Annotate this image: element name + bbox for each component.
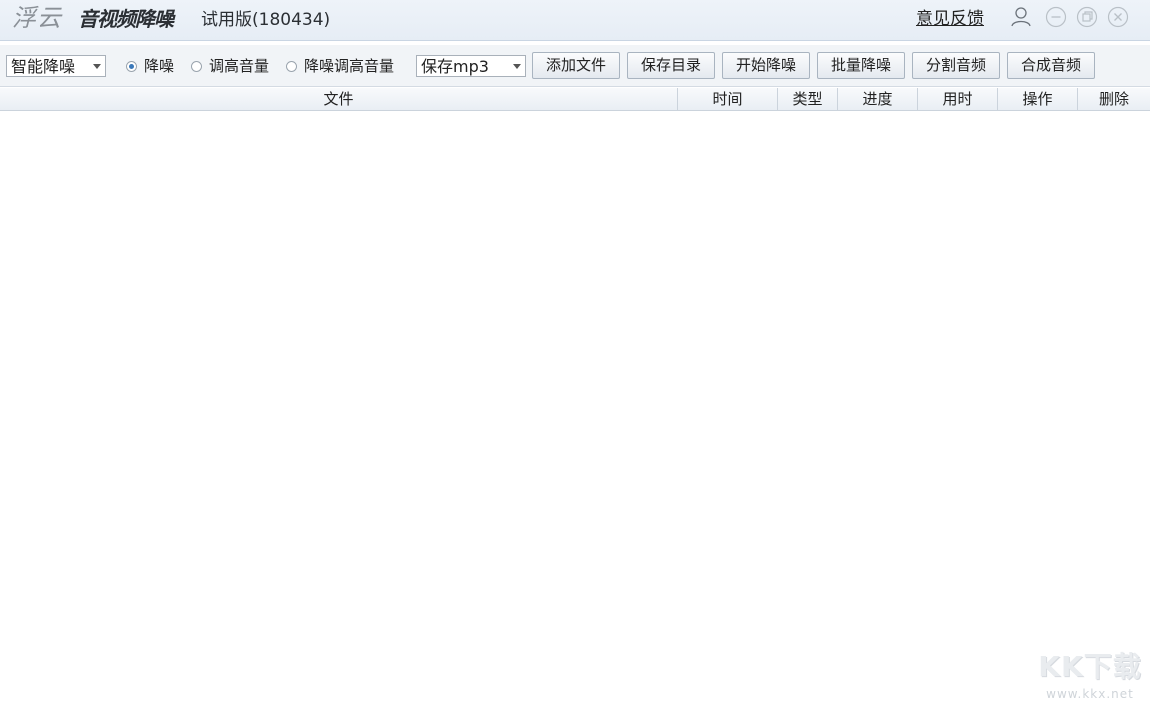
radio-unchecked-icon xyxy=(286,61,297,72)
feedback-link[interactable]: 意见反馈 xyxy=(916,8,984,30)
radio-volume-up[interactable]: 调高音量 xyxy=(191,57,269,75)
column-header-progress[interactable]: 进度 xyxy=(838,88,918,110)
user-icon[interactable] xyxy=(1010,6,1032,28)
add-file-button[interactable]: 添加文件 xyxy=(532,52,620,79)
file-table-header: 文件 时间 类型 进度 用时 操作 删除 xyxy=(0,88,1150,111)
column-header-time[interactable]: 时间 xyxy=(678,88,778,110)
column-header-file[interactable]: 文件 xyxy=(0,88,678,110)
radio-denoise-volume-up[interactable]: 降噪调高音量 xyxy=(286,57,394,75)
column-header-action[interactable]: 操作 xyxy=(998,88,1078,110)
split-audio-button[interactable]: 分割音频 xyxy=(912,52,1000,79)
batch-denoise-button[interactable]: 批量降噪 xyxy=(817,52,905,79)
watermark-text: KK下载 xyxy=(1038,650,1142,683)
watermark-url: www.kkx.net xyxy=(1046,687,1134,701)
title-bar: 浮云 音视频降噪 试用版(180434) 意见反馈 xyxy=(0,0,1150,41)
restore-icon[interactable] xyxy=(1076,6,1098,28)
format-select[interactable]: 保存mp3 xyxy=(416,55,526,77)
minimize-icon[interactable] xyxy=(1045,6,1067,28)
save-directory-button[interactable]: 保存目录 xyxy=(627,52,715,79)
product-name: 音视频降噪 xyxy=(78,7,174,31)
radio-label: 降噪调高音量 xyxy=(304,57,395,75)
radio-checked-icon xyxy=(126,61,137,72)
format-select-value: 保存mp3 xyxy=(421,57,489,76)
radio-unchecked-icon xyxy=(191,61,202,72)
radio-denoise[interactable]: 降噪 xyxy=(126,57,174,75)
mode-select[interactable]: 智能降噪 xyxy=(6,55,106,77)
brand-logo-text: 浮云 xyxy=(12,4,62,32)
radio-label: 调高音量 xyxy=(209,57,270,75)
mode-select-value: 智能降噪 xyxy=(11,57,76,76)
start-denoise-button[interactable]: 开始降噪 xyxy=(722,52,810,79)
watermark: KK下载 www.kkx.net xyxy=(1032,648,1148,704)
column-header-type[interactable]: 类型 xyxy=(778,88,838,110)
file-list-area[interactable] xyxy=(0,111,1150,706)
merge-audio-button[interactable]: 合成音频 xyxy=(1007,52,1095,79)
chevron-down-icon xyxy=(93,64,101,69)
column-header-elapsed[interactable]: 用时 xyxy=(918,88,998,110)
edition-label: 试用版(180434) xyxy=(201,10,331,30)
toolbar: 智能降噪 降噪 调高音量 降噪调高音量 保存mp3 添加文件 保存目录 开始降噪… xyxy=(0,45,1150,87)
radio-label: 降噪 xyxy=(144,57,175,75)
chevron-down-icon xyxy=(513,64,521,69)
close-icon[interactable] xyxy=(1107,6,1129,28)
column-header-delete[interactable]: 删除 xyxy=(1078,88,1150,110)
